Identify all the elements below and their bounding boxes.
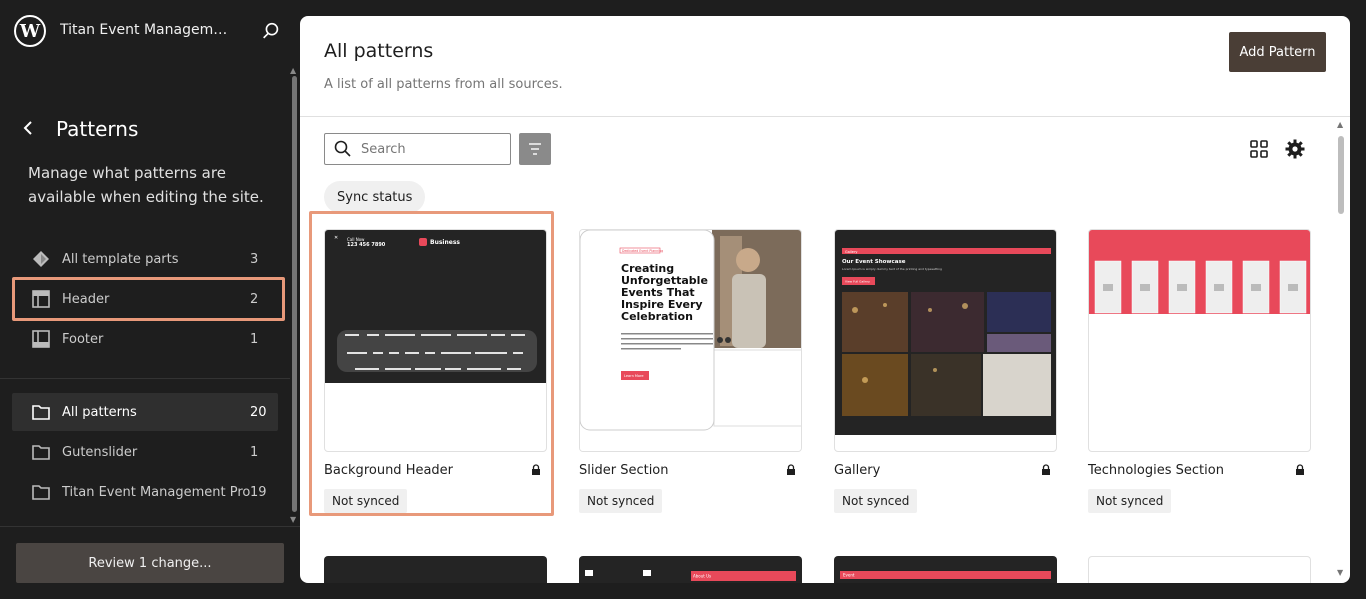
pattern-card[interactable]: Event	[834, 556, 1057, 583]
folder-icon	[30, 441, 52, 463]
pattern-title[interactable]: Slider Section	[579, 463, 669, 478]
pattern-preview[interactable]	[1088, 229, 1311, 452]
search-field[interactable]	[324, 133, 511, 165]
sidebar-item-count: 19	[250, 484, 267, 500]
search-icon	[334, 140, 351, 157]
lock-icon	[1296, 464, 1304, 475]
gear-icon[interactable]	[1283, 137, 1307, 161]
preview-event-tag: Event	[843, 573, 855, 578]
lock-icon	[1042, 464, 1050, 475]
patterns-main-panel: All patterns A list of all patterns from…	[300, 16, 1350, 583]
preview-slider-tag: Dedicated Event Planning	[622, 249, 663, 253]
filter-button[interactable]	[519, 133, 551, 165]
preview-gallery-sub: Lorem Ipsum is simply dummy text of the …	[842, 267, 942, 271]
sidebar-item-label: Gutenslider	[62, 444, 138, 460]
selected-card-highlight	[309, 211, 554, 516]
sidebar-scrollbar-thumb[interactable]	[292, 76, 297, 512]
header-layout-icon	[30, 288, 52, 310]
grid-view-icon[interactable]	[1247, 137, 1271, 161]
folder-icon	[30, 401, 52, 423]
page-title: All patterns	[324, 40, 434, 62]
sidebar-item-all-template-parts[interactable]: All template parts 3	[12, 240, 278, 278]
pattern-preview[interactable]: Gallery Our Event Showcase Lorem Ipsum i…	[834, 229, 1057, 452]
sidebar-divider	[0, 378, 290, 379]
sidebar-item-header[interactable]: Header 2	[12, 280, 278, 318]
site-hub: W Titan Event Manageme...	[0, 0, 300, 64]
sidebar-footer-divider	[0, 526, 300, 527]
pattern-card[interactable]: About Us	[579, 556, 802, 583]
sidebar-item-label: Titan Event Management Pro	[62, 484, 250, 500]
sidebar-item-label: Footer	[62, 331, 104, 347]
preview-gallery-tag: Gallery	[845, 250, 857, 254]
sidebar-item-label: All template parts	[62, 251, 179, 267]
sidebar-item-count: 1	[250, 331, 259, 347]
pattern-title[interactable]: Technologies Section	[1088, 463, 1224, 478]
diamond-icon	[30, 248, 52, 270]
filter-icon	[529, 143, 541, 155]
sidebar-item-count: 2	[250, 291, 259, 307]
preview-slider-button: Learn More	[624, 374, 644, 378]
lock-icon	[787, 464, 795, 475]
sidebar: W Titan Event Manageme... ▲ ▼ Patterns M…	[0, 0, 300, 599]
header-divider	[300, 116, 1350, 117]
main-scrollbar-thumb[interactable]	[1338, 136, 1344, 214]
scroll-up-icon[interactable]: ▲	[1337, 120, 1343, 129]
page-description: A list of all patterns from all sources.	[324, 77, 563, 92]
scroll-up-icon[interactable]: ▲	[290, 66, 296, 75]
add-pattern-button[interactable]: Add Pattern	[1229, 32, 1326, 72]
preview-gallery-heading: Our Event Showcase	[842, 259, 906, 265]
preview-slider-line-5: Celebration	[621, 310, 693, 323]
sidebar-item-label: Header	[62, 291, 110, 307]
pattern-preview[interactable]: Dedicated Event Planning Creating Unforg…	[579, 229, 802, 452]
footer-layout-icon	[30, 328, 52, 350]
pattern-card[interactable]	[324, 556, 547, 583]
preview-about-tag: About Us	[693, 574, 711, 579]
sidebar-item-count: 20	[250, 404, 267, 420]
search-icon[interactable]	[260, 20, 282, 42]
pattern-title[interactable]: Gallery	[834, 463, 880, 478]
site-title[interactable]: Titan Event Manageme...	[60, 22, 235, 38]
preview-gallery-button: View Full Gallery	[845, 280, 870, 284]
sync-status-filter-chip[interactable]: Sync status	[324, 181, 426, 213]
wordpress-logo-icon[interactable]: W	[14, 15, 46, 47]
sync-status-badge: Not synced	[579, 489, 663, 513]
sidebar-item-count: 1	[250, 444, 259, 460]
sidebar-item-footer[interactable]: Footer 1	[12, 320, 278, 358]
pattern-card[interactable]	[1088, 556, 1311, 583]
scroll-down-icon[interactable]: ▼	[1337, 568, 1343, 577]
sidebar-item-label: All patterns	[62, 404, 137, 420]
sidebar-item-titan-event-management-pro[interactable]: Titan Event Management Pro 19	[12, 473, 278, 511]
folder-icon	[30, 481, 52, 503]
search-input[interactable]	[361, 141, 501, 157]
sync-status-badge: Not synced	[834, 489, 918, 513]
sync-status-badge: Not synced	[1088, 489, 1172, 513]
sidebar-item-all-patterns[interactable]: All patterns 20	[12, 393, 278, 431]
sidebar-description: Manage what patterns are available when …	[28, 164, 264, 206]
sidebar-title: Patterns	[56, 117, 139, 141]
scroll-down-icon[interactable]: ▼	[290, 515, 296, 524]
sidebar-item-count: 3	[250, 251, 259, 267]
sidebar-item-gutenslider[interactable]: Gutenslider 1	[12, 433, 278, 471]
review-changes-button[interactable]: Review 1 change...	[16, 543, 284, 583]
back-arrow-icon[interactable]	[18, 116, 38, 140]
